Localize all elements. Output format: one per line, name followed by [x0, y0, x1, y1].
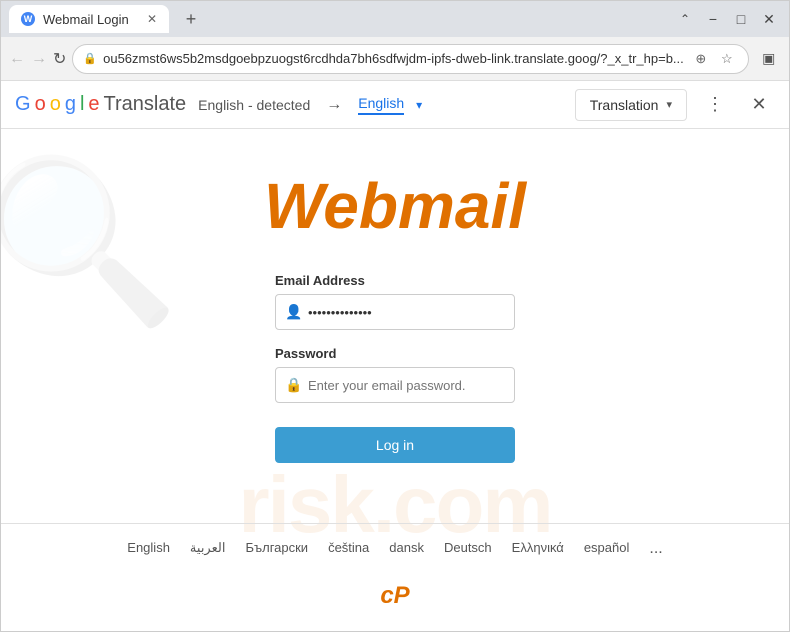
- chevron-up-icon[interactable]: ⌃: [673, 7, 697, 31]
- source-language-label: English - detected: [198, 97, 310, 113]
- bookmark-icon[interactable]: ☆: [716, 48, 738, 70]
- logo-e: e: [88, 93, 99, 116]
- forward-icon: →: [31, 50, 47, 68]
- cpanel-footer: cP: [372, 574, 417, 618]
- reload-button[interactable]: ↻: [53, 45, 66, 73]
- target-language-button[interactable]: English: [358, 95, 404, 115]
- email-input[interactable]: [275, 294, 515, 330]
- address-bar[interactable]: 🔒 ou56zmst6ws5b2msdgoebpzuogst6rcdhda7bh…: [72, 44, 748, 74]
- new-tab-icon: +: [186, 9, 197, 30]
- lang-greek[interactable]: Ελληνικά: [512, 540, 564, 558]
- tab-title: Webmail Login: [43, 12, 129, 27]
- lock-icon: 🔒: [83, 52, 97, 65]
- email-label: Email Address: [275, 273, 515, 288]
- translate-word: Translate: [104, 93, 187, 116]
- browser-tab[interactable]: W Webmail Login ✕: [9, 5, 169, 33]
- logo-l: l: [80, 93, 84, 116]
- tab-close-button[interactable]: ✕: [147, 12, 157, 26]
- nav-bar: ← → ↻ 🔒 ou56zmst6ws5b2msdgoebpzuogst6rcd…: [1, 37, 789, 81]
- translate-menu-icon: ⋮: [706, 94, 724, 115]
- logo-g2: g: [65, 93, 76, 116]
- url-text: ou56zmst6ws5b2msdgoebpzuogst6rcdhda7bh6s…: [103, 51, 684, 66]
- translate-toolbar: Google Translate English - detected → En…: [1, 81, 789, 129]
- lang-english[interactable]: English: [127, 540, 170, 558]
- lang-spanish[interactable]: español: [584, 540, 630, 558]
- browser-actions: ▣ 👤 ⋮: [755, 45, 790, 73]
- cast-icon[interactable]: ⊕: [690, 48, 712, 70]
- page-content: 🔍 risk.com Webmail Email Address 👤 Pa: [1, 129, 789, 631]
- email-form-group: Email Address 👤: [275, 273, 515, 330]
- email-input-wrapper: 👤: [275, 294, 515, 330]
- tab-favicon: W: [21, 12, 35, 26]
- translation-dropdown-button[interactable]: Translation ▾: [575, 89, 687, 121]
- minimize-button[interactable]: −: [701, 7, 725, 31]
- language-chevron-icon[interactable]: ▾: [416, 98, 422, 112]
- lang-arabic[interactable]: العربية: [190, 540, 226, 558]
- login-container: Webmail Email Address 👤 Password 🔒: [115, 169, 675, 463]
- extensions-button[interactable]: ▣: [755, 45, 783, 73]
- back-icon: ←: [9, 50, 25, 68]
- back-button[interactable]: ←: [9, 45, 25, 73]
- lang-bulgarian[interactable]: Български: [245, 540, 308, 558]
- forward-button[interactable]: →: [31, 45, 47, 73]
- google-translate-logo: Google Translate: [15, 93, 186, 116]
- window-controls: ⌃ − □ ✕: [673, 7, 781, 31]
- translate-close-icon: ✕: [751, 94, 766, 115]
- lang-danish[interactable]: dansk: [389, 540, 424, 558]
- lock-input-icon: 🔒: [285, 377, 302, 394]
- address-actions: ⊕ ☆: [690, 48, 738, 70]
- person-icon: 👤: [285, 304, 302, 321]
- lang-german[interactable]: Deutsch: [444, 540, 492, 558]
- webmail-logo: Webmail: [264, 169, 526, 243]
- translation-label: Translation: [590, 97, 659, 113]
- language-footer: English العربية Български čeština dansk …: [1, 523, 789, 574]
- password-label: Password: [275, 346, 515, 361]
- password-input-wrapper: 🔒: [275, 367, 515, 403]
- logo-g: G: [15, 93, 31, 116]
- new-tab-button[interactable]: +: [177, 5, 205, 33]
- cpanel-logo: cP: [380, 582, 409, 610]
- close-button[interactable]: ✕: [757, 7, 781, 31]
- title-bar: W Webmail Login ✕ + ⌃ − □ ✕: [1, 1, 789, 37]
- profile-button[interactable]: 👤: [785, 45, 790, 73]
- login-button[interactable]: Log in: [275, 427, 515, 463]
- translate-menu-button[interactable]: ⋮: [699, 89, 731, 121]
- logo-o1: o: [35, 93, 46, 116]
- translation-chevron-icon: ▾: [666, 98, 672, 111]
- page-inner: 🔍 risk.com Webmail Email Address 👤 Pa: [1, 129, 789, 631]
- arrow-icon: →: [326, 96, 342, 114]
- maximize-button[interactable]: □: [729, 7, 753, 31]
- logo-o2: o: [50, 93, 61, 116]
- translate-close-button[interactable]: ✕: [743, 89, 775, 121]
- reload-icon: ↻: [53, 49, 66, 69]
- more-languages-button[interactable]: ...: [649, 540, 662, 558]
- lang-czech[interactable]: čeština: [328, 540, 369, 558]
- browser-frame: W Webmail Login ✕ + ⌃ − □ ✕ ← → ↻ 🔒 ou56…: [0, 0, 790, 632]
- password-input[interactable]: [275, 367, 515, 403]
- password-form-group: Password 🔒: [275, 346, 515, 403]
